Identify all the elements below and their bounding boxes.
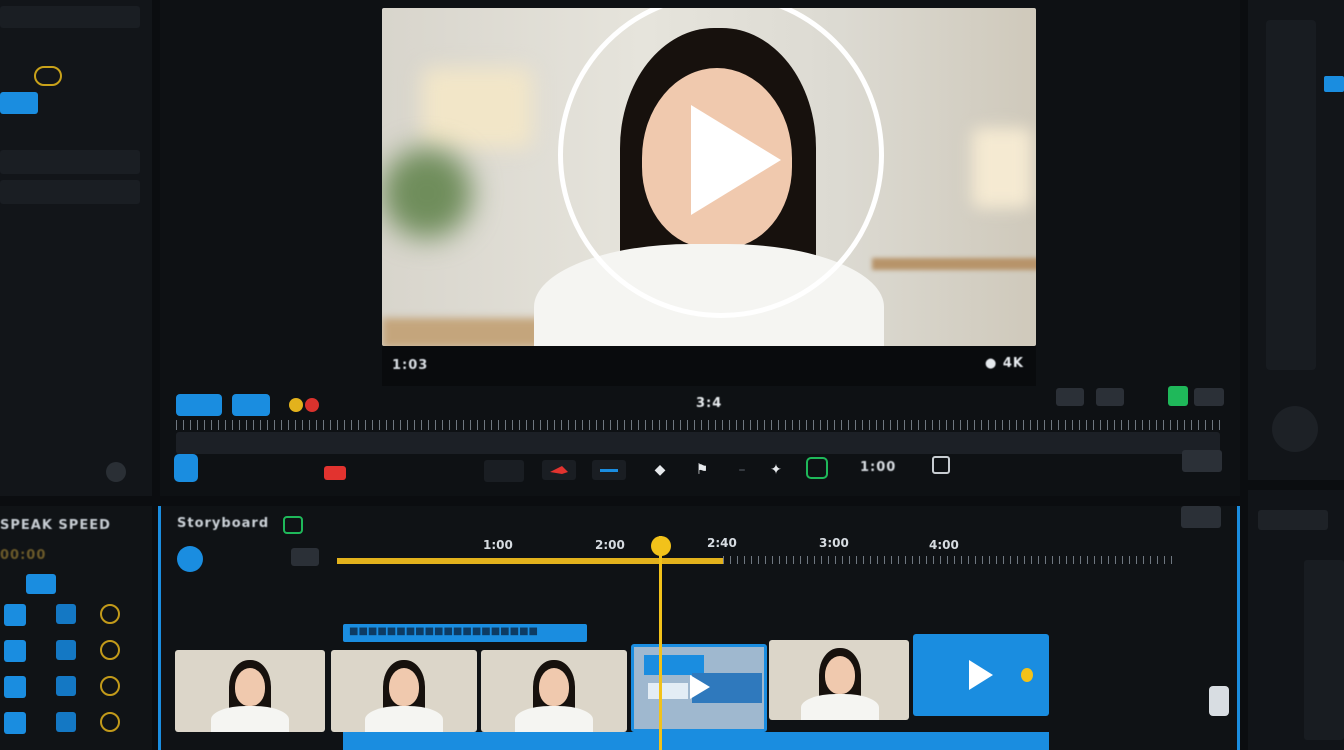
video-clip[interactable] bbox=[769, 640, 909, 720]
audio-meter bbox=[1266, 20, 1316, 370]
pen-icon[interactable]: ✦ bbox=[764, 460, 788, 480]
track-icon[interactable] bbox=[4, 676, 26, 698]
track-chip[interactable] bbox=[26, 574, 56, 594]
right-top-panel bbox=[1248, 0, 1344, 480]
sidebar-header: SPEAK SPEED bbox=[0, 518, 111, 533]
track-icon[interactable] bbox=[4, 712, 26, 734]
right-bottom-panel bbox=[1248, 490, 1344, 750]
work-area-bar[interactable] bbox=[337, 558, 723, 564]
lock-icon[interactable] bbox=[806, 457, 828, 479]
track-icon[interactable] bbox=[56, 712, 76, 732]
select-tool-icon[interactable] bbox=[592, 460, 626, 480]
trim-icon[interactable]: ◆ bbox=[648, 460, 672, 480]
preview-panel: 1:03 ● 4K 3:4 ◆ ⚑ – ✦ 1:00 bbox=[160, 0, 1240, 496]
preview-frame[interactable] bbox=[382, 8, 1036, 346]
sidebar-settings-icon[interactable] bbox=[106, 462, 126, 482]
scrub-ruler[interactable] bbox=[176, 420, 1220, 430]
scrollbar-thumb[interactable] bbox=[1209, 686, 1229, 716]
slip-icon[interactable]: – bbox=[730, 460, 754, 480]
preview-quality-badge: ● 4K bbox=[985, 356, 1024, 371]
sidebar-row[interactable] bbox=[0, 150, 140, 174]
ruler-label: 2:00 bbox=[595, 538, 625, 552]
razor-icon[interactable] bbox=[542, 460, 576, 480]
scrub-track[interactable] bbox=[176, 432, 1220, 454]
mark-out-chip[interactable] bbox=[232, 394, 270, 416]
transport-counter: 1:00 bbox=[860, 460, 897, 475]
left-bottom-panel: SPEAK SPEED 00:00 bbox=[0, 506, 152, 750]
preview-timecode: 1:03 bbox=[392, 358, 429, 373]
timeline-add-button[interactable] bbox=[177, 546, 203, 572]
ruler-label: 2:40 bbox=[707, 536, 737, 550]
sidebar-row[interactable] bbox=[0, 180, 140, 204]
view-toggle[interactable] bbox=[1056, 388, 1084, 406]
panel-row[interactable] bbox=[1258, 510, 1328, 530]
video-clip[interactable] bbox=[481, 650, 627, 732]
meter-indicator bbox=[1324, 76, 1344, 92]
video-clip[interactable] bbox=[331, 650, 477, 732]
track-icon[interactable] bbox=[4, 604, 26, 626]
video-clip-selected[interactable] bbox=[631, 644, 767, 732]
audio-track[interactable] bbox=[343, 732, 1049, 750]
timeline-ruler[interactable]: 1:00 2:00 2:40 3:00 4:00 bbox=[337, 536, 1177, 576]
preview-info-bar: 1:03 ● 4K bbox=[382, 346, 1036, 386]
track-icon[interactable] bbox=[100, 676, 120, 696]
sidebar-subheader: 00:00 bbox=[0, 548, 47, 563]
sidebar-yellow-toggle[interactable] bbox=[34, 66, 62, 86]
sidebar-row[interactable] bbox=[0, 6, 140, 28]
timeline-option[interactable] bbox=[1181, 506, 1221, 528]
playhead-handle[interactable] bbox=[651, 536, 671, 556]
clip-label-strip[interactable]: ■■■■■■■■■■■■■■■■■■■■ bbox=[343, 624, 587, 642]
marker-flag-icon[interactable]: ⚑ bbox=[690, 460, 714, 480]
track-icon[interactable] bbox=[4, 640, 26, 662]
transport-time: 3:4 bbox=[696, 396, 723, 411]
track-icon[interactable] bbox=[56, 676, 76, 696]
track-icon[interactable] bbox=[100, 712, 120, 732]
video-clip[interactable] bbox=[175, 650, 325, 732]
track-icon[interactable] bbox=[100, 640, 120, 660]
view-toggle[interactable] bbox=[1096, 388, 1124, 406]
clip-play-icon bbox=[969, 660, 993, 690]
zoom-control[interactable] bbox=[1182, 450, 1222, 472]
timeline-title: Storyboard bbox=[177, 516, 270, 531]
playhead[interactable] bbox=[659, 536, 662, 750]
panel-list bbox=[1304, 560, 1344, 740]
timeline-option[interactable] bbox=[291, 548, 319, 566]
ruler-label: 4:00 bbox=[929, 538, 959, 552]
play-icon bbox=[691, 105, 781, 215]
track-icon[interactable] bbox=[56, 604, 76, 624]
record-button[interactable] bbox=[324, 466, 346, 480]
green-toggle[interactable] bbox=[1168, 386, 1188, 406]
track-icon[interactable] bbox=[100, 604, 120, 624]
clip-label-text: ■■■■■■■■■■■■■■■■■■■■ bbox=[349, 626, 538, 637]
ruler-label: 1:00 bbox=[483, 538, 513, 552]
mark-in-chip[interactable] bbox=[176, 394, 222, 416]
snapshot-icon[interactable] bbox=[932, 456, 950, 474]
video-clip-blue[interactable] bbox=[913, 634, 1049, 716]
timeline-lock-icon[interactable] bbox=[283, 516, 303, 534]
timeline-panel: Storyboard 1:00 2:00 2:40 3:00 4:00 ■■■■… bbox=[158, 506, 1240, 750]
sidebar-selected-chip[interactable] bbox=[0, 92, 38, 114]
track-icon[interactable] bbox=[56, 640, 76, 660]
clip-play-icon bbox=[690, 675, 710, 699]
ruler-label: 3:00 bbox=[819, 536, 849, 550]
jog-wheel[interactable] bbox=[1272, 406, 1318, 452]
timeline-cursor-handle[interactable] bbox=[174, 454, 198, 482]
left-top-panel bbox=[0, 0, 152, 496]
flag-icon[interactable] bbox=[286, 396, 324, 414]
tool-slot[interactable] bbox=[484, 460, 524, 482]
view-toggle[interactable] bbox=[1194, 388, 1224, 406]
